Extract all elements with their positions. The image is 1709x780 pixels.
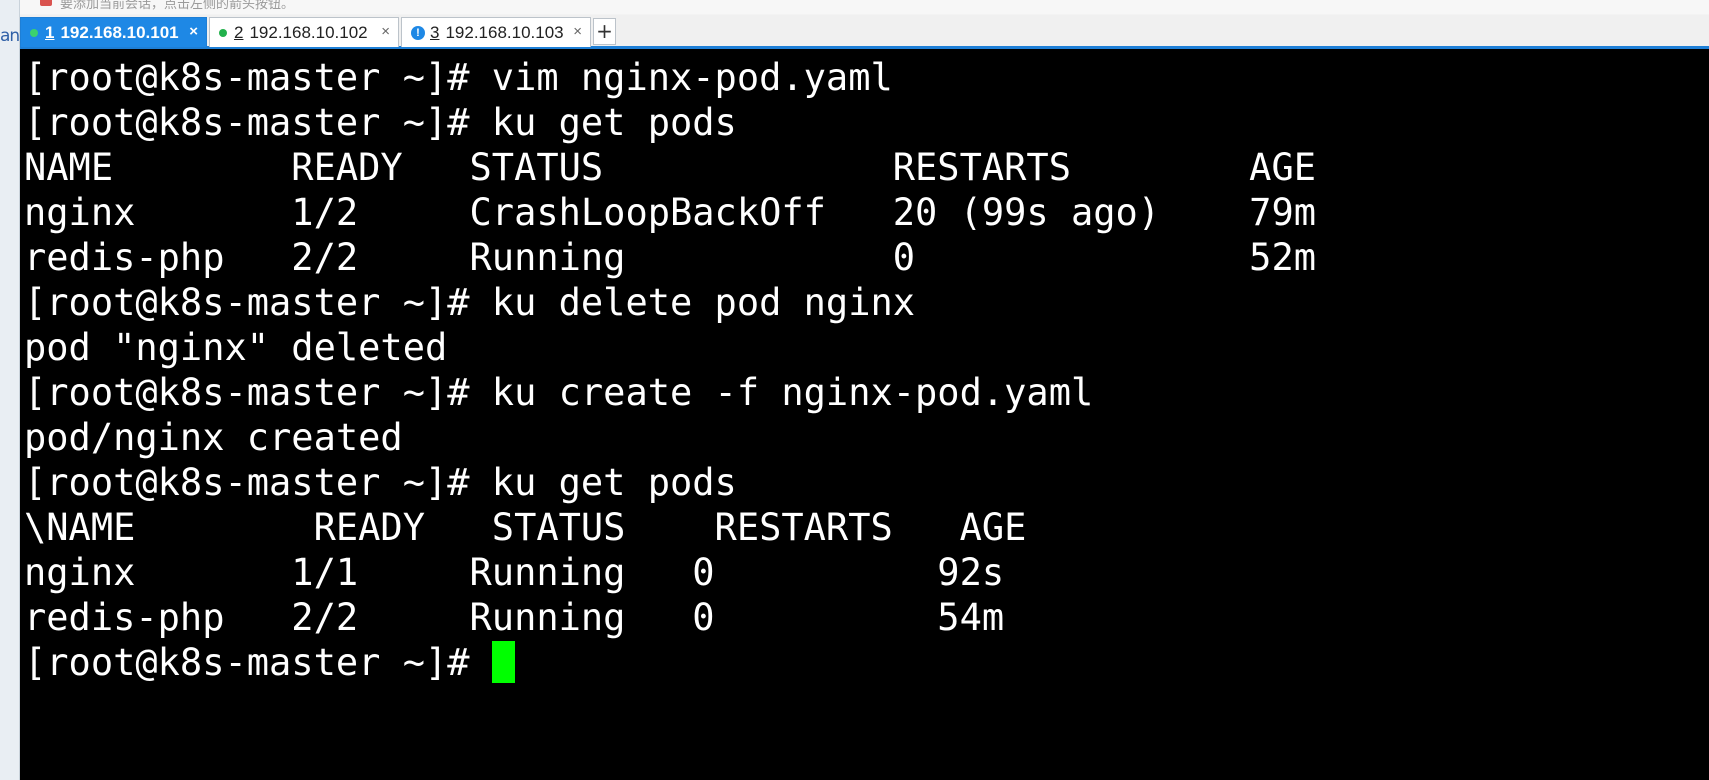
terminal-line: pod/nginx created: [24, 416, 403, 459]
terminal-cursor: [491, 641, 515, 683]
tab-session-2[interactable]: 2 192.168.10.102 ×: [209, 17, 399, 47]
left-panel-edge-text: an: [0, 26, 20, 46]
alert-icon: !: [411, 25, 425, 40]
tab-number: 2: [234, 22, 244, 42]
session-notice-text: 要添加当前会话，点击左侧的箭头按钮。: [60, 0, 295, 12]
add-tab-button[interactable]: +: [593, 18, 616, 45]
terminal-output[interactable]: [root@k8s-master ~]# vim nginx-pod.yaml …: [20, 49, 1709, 780]
terminal-line: [root@k8s-master ~]# ku create -f nginx-…: [24, 371, 1094, 414]
tab-host-label: 192.168.10.101: [60, 22, 179, 42]
terminal-line: NAME READY STATUS RESTARTS AGE: [24, 146, 1317, 189]
close-icon[interactable]: ×: [573, 23, 582, 40]
tab-session-1[interactable]: 1 192.168.10.101 ×: [20, 17, 207, 47]
terminal-line: [root@k8s-master ~]# ku delete pod nginx: [24, 281, 916, 324]
terminal-line: redis-php 2/2 Running 0 52m: [24, 236, 1317, 279]
session-tab-bar: 1 192.168.10.101 × 2 192.168.10.102 × ! …: [20, 15, 1709, 49]
terminal-prompt: [root@k8s-master ~]#: [24, 641, 492, 684]
terminal-line: [root@k8s-master ~]# vim nginx-pod.yaml: [24, 56, 893, 99]
connected-status-icon: [219, 28, 227, 37]
session-notice-bar: 要添加当前会话，点击左侧的箭头按钮。: [20, 0, 1709, 14]
connected-status-icon: [30, 28, 38, 37]
arrow-icon: [40, 0, 52, 6]
terminal-line: [root@k8s-master ~]# ku get pods: [24, 461, 737, 504]
terminal-line: \NAME READY STATUS RESTARTS AGE: [24, 506, 1027, 549]
tab-host-label: 192.168.10.103: [445, 22, 564, 42]
tab-host-label: 192.168.10.102: [249, 22, 368, 42]
left-side-panel: an: [0, 0, 20, 780]
terminal-line: redis-php 2/2 Running 0 54m: [24, 596, 1005, 639]
terminal-line: [root@k8s-master ~]# ku get pods: [24, 101, 737, 144]
tab-number: 3: [430, 22, 440, 42]
terminal-line: pod "nginx" deleted: [24, 326, 448, 369]
tab-session-3[interactable]: ! 3 192.168.10.103 ×: [401, 17, 591, 47]
terminal-line: nginx 1/2 CrashLoopBackOff 20 (99s ago) …: [24, 191, 1317, 234]
terminal-app-window: an 要添加当前会话，点击左侧的箭头按钮。 1 192.168.10.101 ×…: [0, 0, 1709, 780]
terminal-prompt-line[interactable]: [root@k8s-master ~]#: [24, 640, 1709, 685]
close-icon[interactable]: ×: [381, 23, 390, 40]
close-icon[interactable]: ×: [189, 23, 198, 40]
terminal-line: nginx 1/1 Running 0 92s: [24, 551, 1005, 594]
tab-number: 1: [45, 22, 55, 42]
